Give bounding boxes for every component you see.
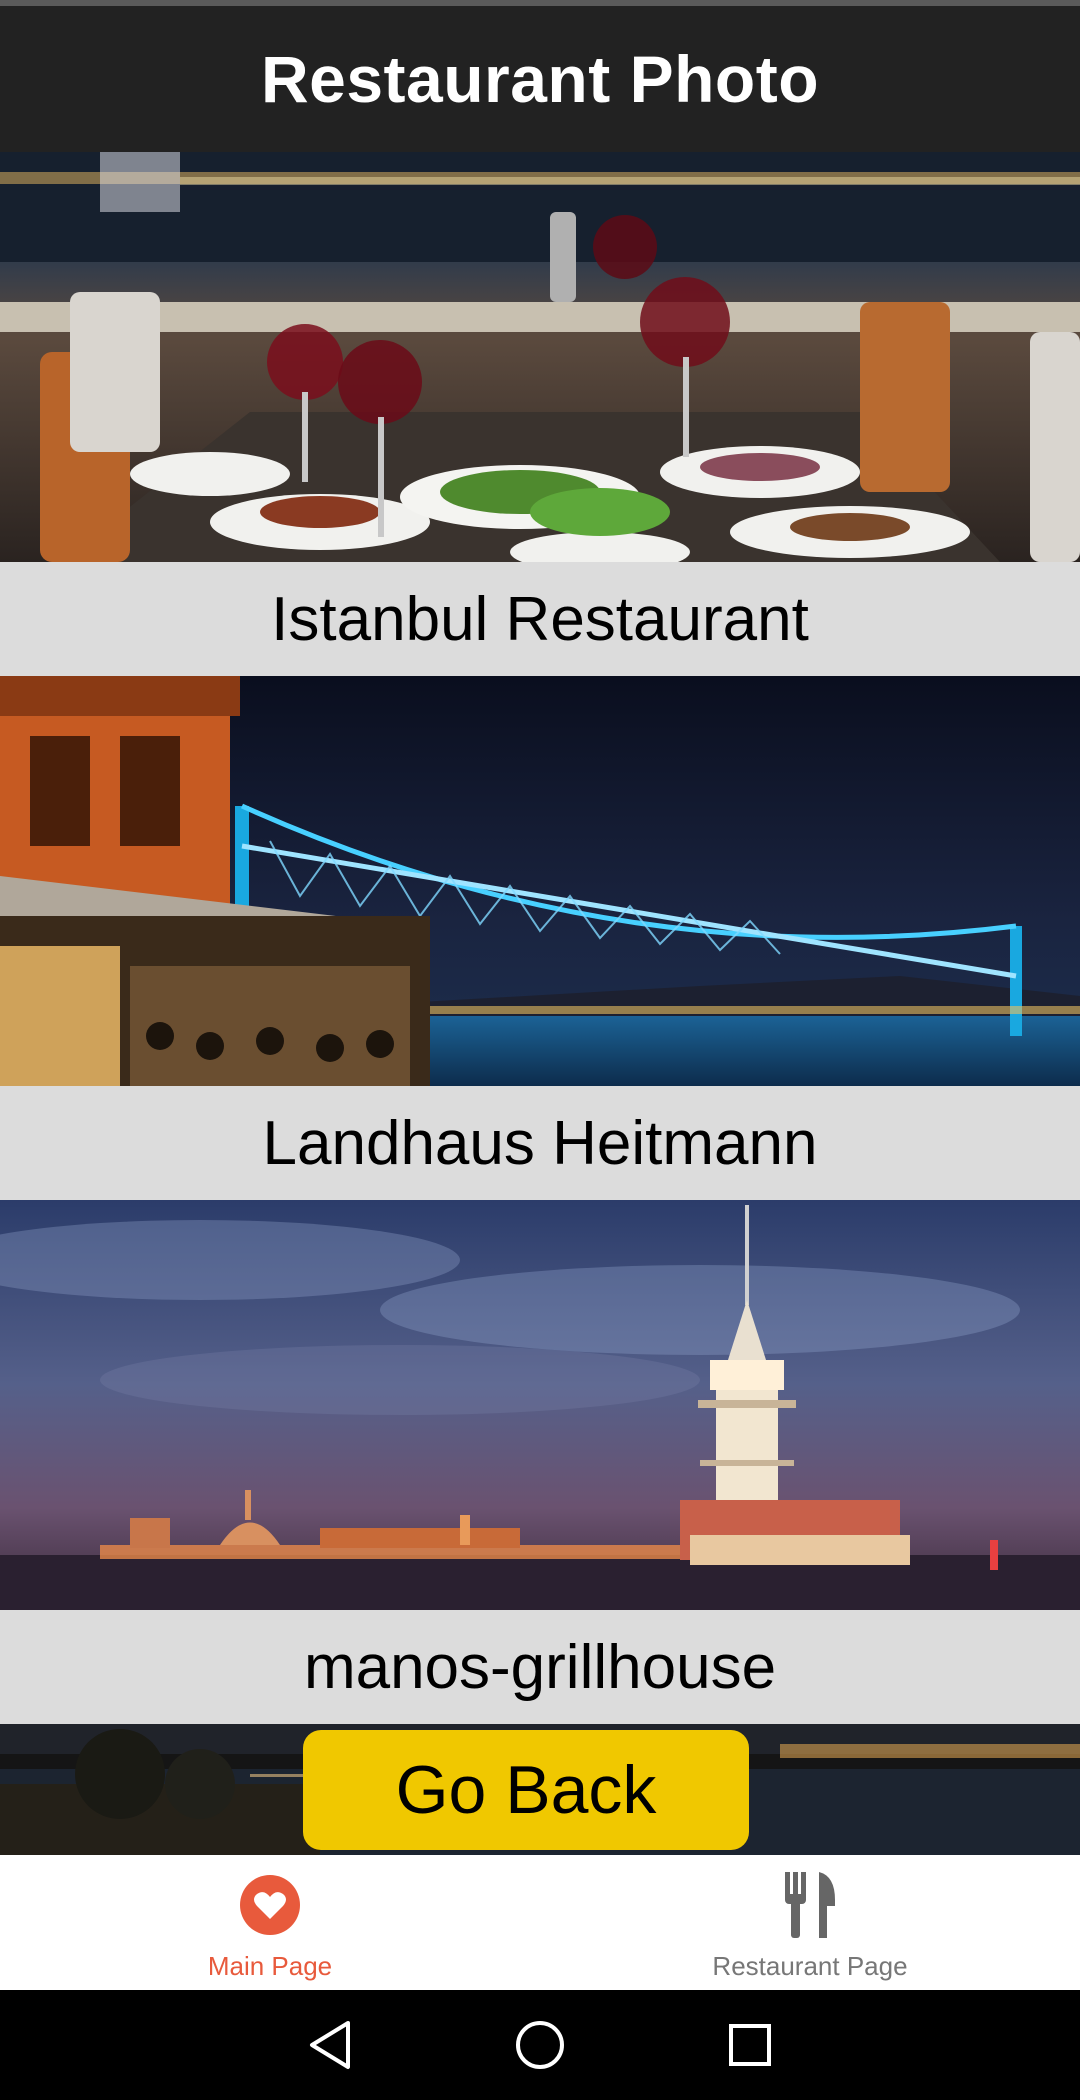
recents-icon[interactable] — [720, 2015, 780, 2075]
bottom-tab-bar: Main Page Restaurant Page — [0, 1855, 1080, 1990]
app-header: Restaurant Photo — [0, 6, 1080, 152]
restaurant-name-1: Istanbul Restaurant — [271, 584, 809, 654]
dinner-table-image — [0, 152, 1080, 562]
tab-main-page-label: Main Page — [207, 1951, 333, 1981]
app-screen: Restaurant Photo Istanbul Restaurant Lan… — [0, 0, 1080, 2100]
restaurant-caption-1[interactable]: Istanbul Restaurant — [0, 562, 1080, 676]
restaurant-photo-3[interactable] — [0, 1200, 1080, 1610]
tab-main-page[interactable]: Main Page — [0, 1855, 540, 1990]
system-navigation-bar — [0, 1990, 1080, 2100]
restaurant-caption-3[interactable]: manos-grillhouse — [0, 1610, 1080, 1724]
restaurant-photo-1[interactable] — [0, 152, 1080, 562]
restaurant-name-2: Landhaus Heitmann — [262, 1108, 818, 1178]
heart-icon — [238, 1873, 302, 1937]
tab-restaurant-page[interactable]: Restaurant Page — [540, 1855, 1080, 1990]
restaurant-caption-2[interactable]: Landhaus Heitmann — [0, 1086, 1080, 1200]
bosphorus-bridge-image — [0, 676, 1080, 1086]
home-icon[interactable] — [510, 2015, 570, 2075]
tab-restaurant-page-label: Restaurant Page — [712, 1951, 908, 1981]
page-title: Restaurant Photo — [260, 42, 820, 116]
go-back-button[interactable]: Go Back — [303, 1730, 749, 1850]
restaurant-name-3: manos-grillhouse — [303, 1632, 777, 1702]
restaurant-photo-2[interactable] — [0, 676, 1080, 1086]
fork-knife-icon — [778, 1872, 842, 1938]
maidens-tower-image — [0, 1200, 1080, 1610]
back-icon[interactable] — [300, 2015, 360, 2075]
